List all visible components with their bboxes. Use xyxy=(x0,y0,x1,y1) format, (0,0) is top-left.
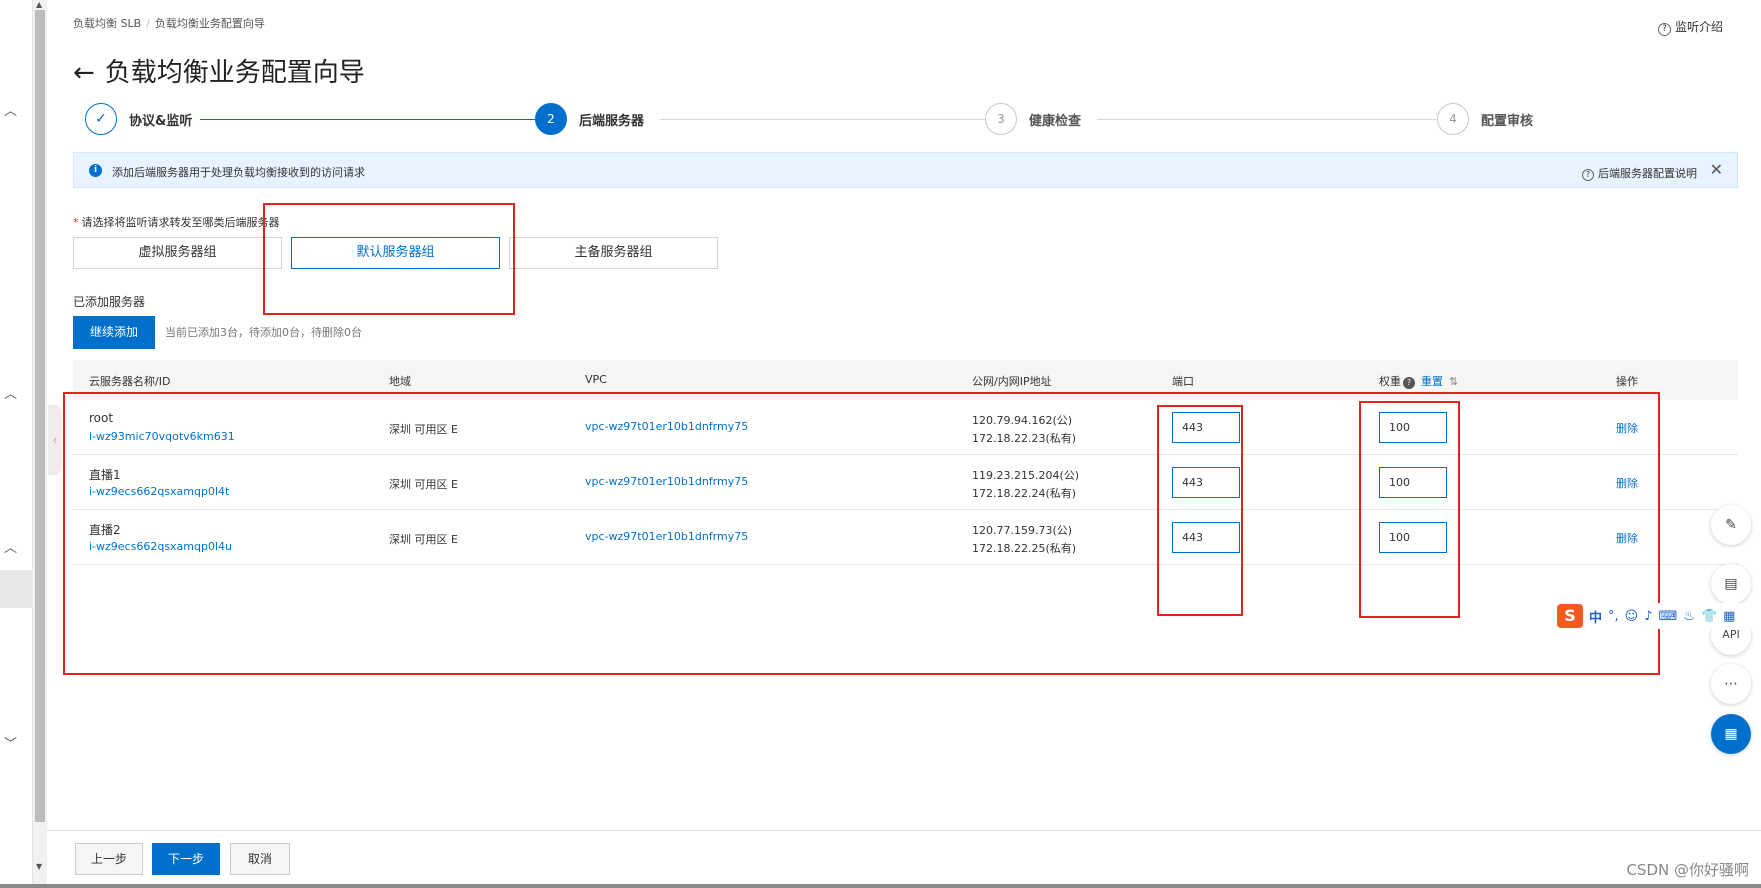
step-label: 健康检查 xyxy=(1029,113,1082,129)
step-4: 4 配置审核 xyxy=(1437,103,1533,135)
next-step-button[interactable]: 下一步 xyxy=(152,843,220,875)
col-weight-label: 权重 xyxy=(1379,375,1401,388)
step-label: 后端服务器 xyxy=(579,113,645,129)
scroll-up-arrow-icon[interactable]: ▲ xyxy=(36,0,42,9)
step-number: 2 xyxy=(535,103,567,135)
added-servers-status: 当前已添加3台，待添加0台，待删除0台 xyxy=(165,326,362,339)
close-icon[interactable]: ✕ xyxy=(1710,160,1723,179)
step-number: 3 xyxy=(985,103,1017,135)
option-primary-backup-server-group[interactable]: 主备服务器组 xyxy=(509,237,718,269)
col-region: 地域 xyxy=(389,375,411,388)
annotation-box-server-type xyxy=(263,203,515,315)
chevron-up-icon[interactable]: ︿ xyxy=(4,100,17,119)
question-icon[interactable]: ? xyxy=(1403,377,1415,389)
option-virtual-server-group[interactable]: 虚拟服务器组 xyxy=(73,237,282,269)
col-port: 端口 xyxy=(1172,375,1194,388)
step-label: 协议&监听 xyxy=(129,113,193,129)
notice-help-label: 后端服务器配置说明 xyxy=(1598,167,1697,180)
step-connector xyxy=(660,119,985,120)
notice-help-link[interactable]: ? 后端服务器配置说明 xyxy=(1582,165,1697,181)
collapse-handle[interactable]: ‹ xyxy=(48,405,62,475)
notice-text: 添加后端服务器用于处理负载均衡接收到的访问请求 xyxy=(112,166,365,179)
step-2: 2 后端服务器 xyxy=(535,103,644,135)
annotation-box-weight xyxy=(1359,401,1460,618)
col-name: 云服务器名称/ID xyxy=(89,375,171,388)
ime-punctuation-icon[interactable]: °, xyxy=(1608,609,1619,624)
page-title: ← 负载均衡业务配置向导 xyxy=(73,52,365,89)
col-ip: 公网/内网IP地址 xyxy=(972,375,1052,388)
ime-skin-icon[interactable]: 👕 xyxy=(1701,609,1717,624)
help-link[interactable]: ? 监听介绍 xyxy=(1657,18,1723,36)
watermark: CSDN @你好骚啊 xyxy=(1626,861,1749,879)
step-1: ✓ 协议&监听 xyxy=(85,103,192,135)
page-scrollbar[interactable]: ▲ ▼ xyxy=(33,0,47,888)
footer-actions: 上一步 下一步 取消 CSDN @你好骚啊 xyxy=(47,830,1761,888)
apps-icon[interactable]: ▦ xyxy=(1711,714,1751,754)
scrollbar-thumb[interactable] xyxy=(35,10,45,822)
ime-grid-icon[interactable]: ▦ xyxy=(1723,609,1735,624)
edit-icon[interactable]: ✎ xyxy=(1711,505,1751,545)
ime-lang-toggle[interactable]: 中 xyxy=(1589,607,1602,626)
breadcrumb-current: 负载均衡业务配置向导 xyxy=(154,17,265,30)
breadcrumb-root[interactable]: 负载均衡 SLB xyxy=(73,17,141,30)
chat-icon[interactable]: ⋯ xyxy=(1711,664,1751,704)
sogou-logo-icon[interactable]: S xyxy=(1557,604,1583,628)
col-weight: 权重? 重置 ⇅ xyxy=(1379,373,1458,389)
col-action: 操作 xyxy=(1616,375,1638,388)
sort-icon[interactable]: ⇅ xyxy=(1449,375,1458,388)
taskbar-strip xyxy=(0,884,1761,888)
info-icon: i xyxy=(89,164,102,177)
cancel-button[interactable]: 取消 xyxy=(230,843,290,875)
step-3: 3 健康检查 xyxy=(985,103,1081,135)
step-connector xyxy=(1097,119,1437,120)
page-title-text: 负载均衡业务配置向导 xyxy=(104,58,365,88)
info-notice: i 添加后端服务器用于处理负载均衡接收到的访问请求 ? 后端服务器配置说明 ✕ xyxy=(73,152,1738,188)
help-link-label: 监听介绍 xyxy=(1674,20,1723,34)
question-icon: ? xyxy=(1657,23,1671,36)
back-arrow-icon[interactable]: ← xyxy=(73,58,95,88)
left-sidebar: ︿ ︿ ︿ ﹀ xyxy=(0,0,33,888)
ime-toolbar: S 中 °, ☺ ♪ ⌨ ♨ 👕 ▦ xyxy=(1555,603,1761,629)
step-label: 配置审核 xyxy=(1481,113,1534,129)
document-icon[interactable]: ▤ xyxy=(1711,564,1751,604)
weight-reset-link[interactable]: 重置 xyxy=(1421,375,1443,388)
breadcrumb-separator: / xyxy=(146,17,150,30)
ime-tools-icon[interactable]: ♨ xyxy=(1683,609,1695,624)
prev-step-button[interactable]: 上一步 xyxy=(75,843,143,875)
chevron-down-icon[interactable]: ﹀ xyxy=(4,733,17,752)
step-connector xyxy=(200,119,535,120)
ime-voice-icon[interactable]: ♪ xyxy=(1644,609,1652,624)
step-number: 4 xyxy=(1437,103,1469,135)
wizard-steps: ✓ 协议&监听 2 后端服务器 3 健康检查 4 配置审核 xyxy=(85,103,1705,137)
added-servers-label: 已添加服务器 xyxy=(73,295,146,309)
chevron-up-icon[interactable]: ︿ xyxy=(4,383,17,402)
continue-add-button[interactable]: 继续添加 xyxy=(73,316,155,349)
ime-emoji-icon[interactable]: ☺ xyxy=(1625,609,1639,624)
server-type-label: * 请选择将监听请求转发至哪类后端服务器 xyxy=(73,214,280,230)
annotation-box-port xyxy=(1157,405,1243,616)
question-icon: ? xyxy=(1582,169,1594,181)
scroll-down-arrow-icon[interactable]: ▼ xyxy=(36,862,42,871)
col-vpc: VPC xyxy=(585,373,607,386)
ime-keyboard-icon[interactable]: ⌨ xyxy=(1659,609,1678,624)
breadcrumb: 负载均衡 SLB / 负载均衡业务配置向导 xyxy=(73,15,265,31)
required-mark: * xyxy=(73,216,79,229)
sidebar-highlight xyxy=(0,570,33,608)
main-content: 负载均衡 SLB / 负载均衡业务配置向导 ? 监听介绍 ← 负载均衡业务配置向导 ✓ … xyxy=(63,0,1738,888)
check-icon: ✓ xyxy=(85,103,117,135)
server-type-label-text: 请选择将监听请求转发至哪类后端服务器 xyxy=(81,216,280,229)
chevron-up-icon[interactable]: ︿ xyxy=(4,537,17,556)
